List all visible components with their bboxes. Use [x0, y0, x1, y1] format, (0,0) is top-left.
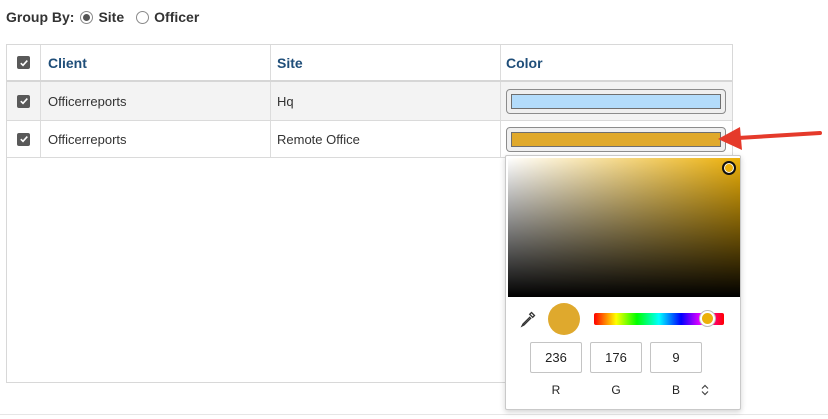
red-arrow-icon: [718, 127, 822, 150]
select-all-cell: [7, 45, 41, 80]
red-value-input[interactable]: 236: [530, 342, 582, 373]
color-cell: [501, 82, 732, 120]
format-toggle-icon[interactable]: [701, 384, 709, 396]
grid-header-row: Client Site Color: [7, 45, 732, 82]
client-cell: Officerreports: [41, 82, 271, 120]
check-icon: [19, 136, 28, 143]
blue-value-input[interactable]: 9: [650, 342, 702, 373]
saturation-handle[interactable]: [722, 161, 736, 175]
client-cell: Officerreports: [41, 121, 271, 157]
group-by-officer-option[interactable]: Officer: [136, 9, 199, 25]
check-icon: [19, 59, 28, 66]
color-preview-circle: [548, 303, 580, 335]
color-swatch-button[interactable]: [506, 126, 726, 152]
column-header-color[interactable]: Color: [501, 45, 732, 80]
site-cell: Remote Office: [271, 121, 501, 157]
color-cell: [501, 121, 732, 157]
group-by-label: Group By:: [6, 9, 75, 25]
group-by-site-option[interactable]: Site: [80, 9, 124, 25]
column-header-site[interactable]: Site: [271, 45, 501, 80]
site-cell: Hq: [271, 82, 501, 120]
table-row: Officerreports Remote Office: [7, 121, 732, 158]
red-label: R: [551, 383, 561, 397]
table-row: Officerreports Hq: [7, 82, 732, 121]
row-checkbox[interactable]: [17, 132, 30, 146]
row-checkbox-cell: [7, 82, 41, 120]
saturation-value-area[interactable]: [508, 158, 740, 297]
hue-slider-handle[interactable]: [700, 311, 715, 326]
color-swatch[interactable]: [511, 93, 721, 109]
color-swatch-button[interactable]: [506, 88, 726, 114]
select-all-checkbox[interactable]: [17, 56, 30, 69]
group-by-bar: Group By: Site Officer: [6, 9, 211, 25]
check-icon: [19, 98, 28, 105]
green-label: G: [611, 383, 621, 397]
column-header-client[interactable]: Client: [41, 45, 271, 80]
eyedropper-icon[interactable]: [519, 310, 537, 328]
officer-radio-label[interactable]: Officer: [154, 9, 199, 25]
green-value-input[interactable]: 176: [590, 342, 642, 373]
blue-label: B: [671, 383, 680, 397]
site-radio[interactable]: [80, 10, 94, 24]
site-radio-label[interactable]: Site: [98, 9, 124, 25]
row-checkbox-cell: [7, 121, 41, 157]
row-checkbox[interactable]: [17, 94, 30, 108]
officer-radio[interactable]: [136, 10, 150, 24]
color-swatch[interactable]: [511, 131, 721, 147]
color-picker-popup: 236 176 9 R G B: [505, 155, 741, 410]
page-divider: [0, 414, 828, 415]
